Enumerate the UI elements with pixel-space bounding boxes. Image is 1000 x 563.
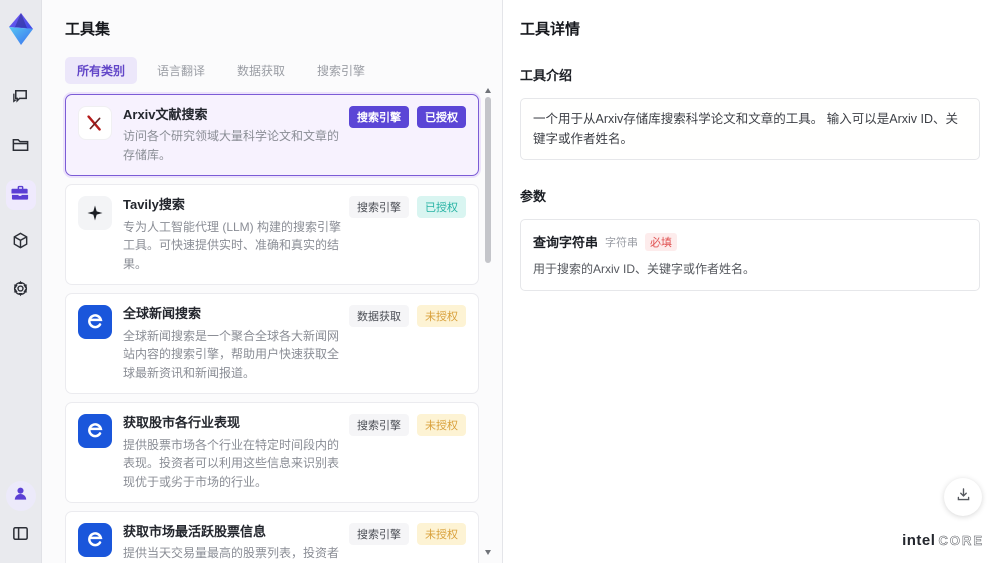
- tab-search-engine[interactable]: 搜索引擎: [305, 57, 377, 84]
- folder-icon: [11, 135, 30, 159]
- core-logo-text: core: [938, 533, 984, 549]
- param-desc: 用于搜索的Arxiv ID、关键字或作者姓名。: [533, 262, 756, 276]
- tab-language-translation[interactable]: 语言翻译: [145, 57, 217, 84]
- sidebar-item-collapse[interactable]: [6, 521, 36, 551]
- tool-card-global-news[interactable]: 全球新闻搜索 全球新闻搜索是一个聚合全球各大新闻网站内容的搜索引擎，帮助用户快速…: [65, 293, 479, 395]
- param-required-badge: 必填: [645, 232, 678, 251]
- auth-status-badge: 未授权: [417, 523, 466, 546]
- tool-desc: 全球新闻搜索是一个聚合全球各大新闻网站内容的搜索引擎，帮助用户快速获取全球最新资…: [123, 328, 340, 380]
- params-heading: 参数: [520, 189, 547, 204]
- auth-status-badge: 已授权: [417, 106, 466, 128]
- detail-title: 工具详情: [520, 21, 581, 38]
- sidebar-item-chat[interactable]: [6, 84, 36, 114]
- param-type: 字符串: [605, 236, 639, 249]
- toolbox-icon: [11, 183, 30, 207]
- tool-name: Arxiv文献搜索: [123, 107, 208, 122]
- sparkle-logo-icon: [78, 196, 112, 231]
- tool-name: 全球新闻搜索: [123, 306, 202, 322]
- blue-news-logo-icon: [78, 414, 112, 449]
- auth-status-badge: 未授权: [417, 414, 466, 437]
- sidebar-item-models[interactable]: [6, 228, 36, 258]
- tool-card-arxiv[interactable]: Arxiv文献搜索 访问各个研究领域大量科学论文和文章的存储库。 搜索引擎 已授…: [65, 94, 479, 177]
- category-badge: 搜索引擎: [349, 523, 409, 546]
- param-card: 查询字符串 字符串 必填 用于搜索的Arxiv ID、关键字或作者姓名。: [520, 219, 980, 291]
- category-badge: 数据获取: [349, 305, 409, 328]
- arxiv-logo-icon: [78, 106, 112, 140]
- tool-card-tavily[interactable]: Tavily搜索 专为人工智能代理 (LLM) 构建的搜索引擎工具。可快速提供实…: [65, 184, 479, 286]
- tab-data-fetch[interactable]: 数据获取: [225, 57, 297, 84]
- tool-list: Arxiv文献搜索 访问各个研究领域大量科学论文和文章的存储库。 搜索引擎 已授…: [65, 94, 479, 563]
- sidebar-item-settings[interactable]: [6, 276, 36, 306]
- download-button[interactable]: [944, 478, 982, 516]
- param-name: 查询字符串: [533, 235, 599, 250]
- tool-name: 获取市场最活跃股票信息: [123, 524, 267, 540]
- tool-desc: 提供当天交易量最高的股票列表，投资者可以利用这些信息来识别流动性强的股票和潜在的…: [123, 546, 340, 561]
- download-icon: [955, 486, 972, 508]
- sidebar-item-account[interactable]: [5, 481, 36, 511]
- gear-icon: [11, 279, 30, 303]
- category-tabs: 所有类别 语言翻译 数据获取 搜索引擎: [65, 57, 502, 84]
- app-logo: [4, 10, 38, 48]
- tool-desc: 提供股票市场各个行业在特定时间段内的表现。投资者可以利用这些信息来识别表现优于或…: [123, 437, 340, 489]
- blue-news-logo-icon: [78, 523, 112, 558]
- category-badge: 搜索引擎: [349, 414, 409, 437]
- sidebar-rail: [0, 0, 42, 563]
- intel-logo-text: intel: [902, 532, 936, 549]
- scrollbar-up-arrow[interactable]: [485, 88, 491, 93]
- scrollbar-down-arrow[interactable]: [485, 550, 491, 555]
- blue-news-logo-icon: [78, 305, 112, 340]
- tool-desc: 专为人工智能代理 (LLM) 构建的搜索引擎工具。可快速提供实时、准确和真实的结…: [123, 219, 342, 271]
- user-icon: [11, 484, 30, 508]
- sidebar-item-toolbox[interactable]: [5, 180, 36, 210]
- auth-status-badge: 未授权: [417, 305, 466, 328]
- chat-icon: [11, 87, 30, 111]
- tool-list-panel: 工具集 所有类别 语言翻译 数据获取 搜索引擎 Arxiv文献搜索 访问各个研究…: [42, 0, 503, 563]
- tool-name: 获取股市各行业表现: [123, 415, 241, 431]
- tab-all-categories[interactable]: 所有类别: [65, 57, 138, 84]
- cube-icon: [11, 231, 30, 255]
- sidebar-item-files[interactable]: [6, 132, 36, 162]
- intel-core-logo: intel core: [902, 532, 984, 549]
- panel-toggle-icon: [11, 524, 30, 548]
- intro-text-box: 一个用于从Arxiv存储库搜索科学论文和文章的工具。 输入可以是Arxiv ID…: [520, 98, 980, 160]
- category-badge: 搜索引擎: [349, 196, 409, 219]
- tool-card-sector-performance[interactable]: 获取股市各行业表现 提供股票市场各个行业在特定时间段内的表现。投资者可以利用这些…: [65, 402, 479, 504]
- auth-status-badge: 已授权: [417, 196, 466, 219]
- tool-name: Tavily搜索: [123, 197, 185, 213]
- scrollbar-thumb[interactable]: [485, 97, 491, 263]
- category-badge: 搜索引擎: [349, 106, 409, 128]
- page-title: 工具集: [65, 21, 111, 38]
- tool-card-most-active-stocks[interactable]: 获取市场最活跃股票信息 提供当天交易量最高的股票列表，投资者可以利用这些信息来识…: [65, 511, 479, 563]
- intro-heading: 工具介绍: [520, 68, 573, 83]
- list-scrollbar[interactable]: [484, 88, 492, 555]
- tool-detail-panel: 工具详情 工具介绍 一个用于从Arxiv存储库搜索科学论文和文章的工具。 输入可…: [504, 0, 1000, 563]
- tool-desc: 访问各个研究领域大量科学论文和文章的存储库。: [123, 129, 340, 162]
